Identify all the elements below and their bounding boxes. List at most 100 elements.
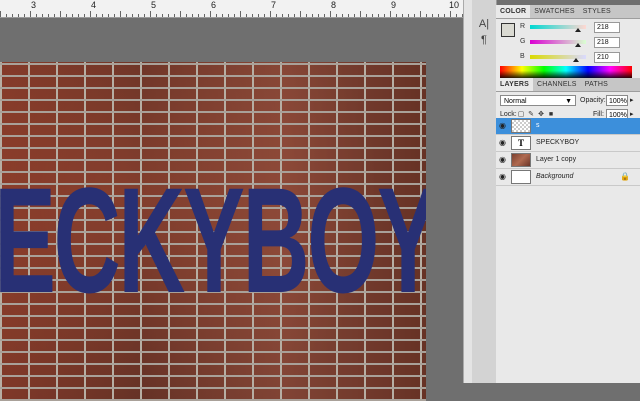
eye-icon[interactable]: ◉ (499, 173, 508, 181)
red-slider[interactable]: R 218 (520, 22, 636, 33)
layer-name: Layer 1 copy (536, 156, 577, 163)
ruler-tick (102, 14, 103, 17)
blend-mode-value: Normal (504, 98, 527, 105)
ruler-tick (264, 14, 265, 17)
ruler-tick (348, 14, 349, 17)
ruler-tick (186, 14, 187, 17)
color-spectrum-bar[interactable] (500, 66, 632, 78)
red-value-field[interactable]: 218 (594, 22, 620, 33)
ruler-tick (312, 14, 313, 17)
ruler-tick (210, 11, 211, 17)
ruler-tick (108, 14, 109, 17)
ruler-tick (114, 14, 115, 17)
tab-swatches[interactable]: SWATCHES (530, 5, 579, 18)
ruler-tick (42, 14, 43, 17)
layer-name: SPECKYBOY (536, 139, 580, 146)
ruler-tick (444, 14, 445, 17)
tab-styles[interactable]: STYLES (579, 5, 615, 18)
blend-mode-select[interactable]: Normal ▼ (500, 95, 576, 106)
ruler-tick (318, 14, 319, 17)
opacity-field[interactable]: 100% (606, 95, 628, 106)
green-value-field[interactable]: 218 (594, 37, 620, 48)
tab-color[interactable]: COLOR (496, 5, 531, 18)
character-panel-icon[interactable]: A| (477, 17, 491, 31)
ruler-tick (360, 11, 361, 17)
canvas-text-overlay[interactable]: ECKYBOY (0, 177, 426, 302)
ruler-tick (222, 14, 223, 17)
layer-thumbnail: T (511, 136, 531, 150)
blue-slider-handle[interactable] (573, 58, 579, 62)
ruler-tick (18, 14, 19, 17)
chevron-down-icon: ▼ (565, 98, 572, 105)
ruler-tick (366, 14, 367, 17)
ruler-tick (378, 14, 379, 17)
document-canvas-area[interactable]: ECKYBOY (0, 18, 463, 401)
canvas-text: ECKYBOY (0, 177, 426, 302)
ruler-tick (306, 14, 307, 17)
ruler-tick (300, 11, 301, 17)
opacity-label: Opacity: (580, 97, 606, 104)
layer-row[interactable]: ◉ s (496, 118, 640, 135)
ruler-tick (54, 14, 55, 17)
ruler-tick (294, 14, 295, 17)
ruler-number: 5 (151, 0, 157, 10)
ruler-tick (150, 11, 151, 17)
tab-paths[interactable]: PATHS (581, 78, 612, 91)
color-panel: COLOR SWATCHES STYLES R 218 G 218 B 210 (496, 5, 640, 78)
ruler-tick (270, 11, 271, 17)
ruler-tick (354, 14, 355, 17)
ruler-tick (402, 14, 403, 17)
tab-channels[interactable]: CHANNELS (533, 78, 581, 91)
ruler-tick (168, 14, 169, 17)
foreground-color-swatch[interactable] (501, 23, 515, 37)
green-slider[interactable]: G 218 (520, 37, 636, 48)
tab-layers[interactable]: LAYERS (496, 78, 533, 91)
ruler-tick (276, 14, 277, 17)
chevron-right-icon[interactable]: ▸ (630, 96, 634, 108)
ruler-number: 4 (91, 0, 97, 10)
eye-icon[interactable]: ◉ (499, 156, 508, 164)
blue-value-field[interactable]: 210 (594, 52, 620, 63)
eye-icon[interactable]: ◉ (499, 139, 508, 147)
ruler-tick (0, 11, 1, 17)
ruler-tick (120, 11, 121, 17)
ruler-number: 10 (449, 0, 460, 10)
ruler-tick (78, 14, 79, 17)
red-slider-handle[interactable] (575, 28, 581, 32)
ruler-tick (324, 14, 325, 17)
green-label: G (520, 38, 526, 45)
ruler-tick (234, 14, 235, 17)
ruler-tick (384, 14, 385, 17)
layer-row[interactable]: ◉ Layer 1 copy (496, 152, 640, 169)
ruler-tick (48, 14, 49, 17)
ruler-tick (162, 14, 163, 17)
ruler-tick (84, 14, 85, 17)
ruler-tick (438, 14, 439, 17)
ruler-tick (342, 14, 343, 17)
layer-row[interactable]: ◉ Background 🔒 (496, 169, 640, 186)
ruler-tick (126, 14, 127, 17)
ruler-tick (288, 14, 289, 17)
ruler-tick (138, 14, 139, 17)
ruler-tick (90, 11, 91, 17)
layer-row[interactable]: ◉ T SPECKYBOY (496, 135, 640, 152)
layer-thumbnail (511, 153, 531, 167)
ruler-tick (198, 14, 199, 17)
ruler-tick (426, 14, 427, 17)
ruler-tick (228, 14, 229, 17)
ruler-tick (180, 11, 181, 17)
green-slider-handle[interactable] (575, 43, 581, 47)
ruler-tick (282, 14, 283, 17)
ruler-tick (396, 14, 397, 17)
layers-panel-tabs: LAYERS CHANNELS PATHS (496, 78, 640, 92)
paragraph-panel-icon[interactable]: ¶ (477, 33, 491, 47)
ruler-tick (456, 14, 457, 17)
lock-icon: 🔒 (620, 172, 630, 181)
layer-name: Background (536, 173, 574, 180)
ruler-number: 6 (211, 0, 217, 10)
ruler-number: 3 (31, 0, 37, 10)
eye-icon[interactable]: ◉ (499, 122, 508, 130)
blue-slider[interactable]: B 210 (520, 52, 636, 63)
layer-name: s (536, 122, 540, 129)
horizontal-ruler: 3 4 5 6 7 8 9 10 (0, 0, 463, 18)
